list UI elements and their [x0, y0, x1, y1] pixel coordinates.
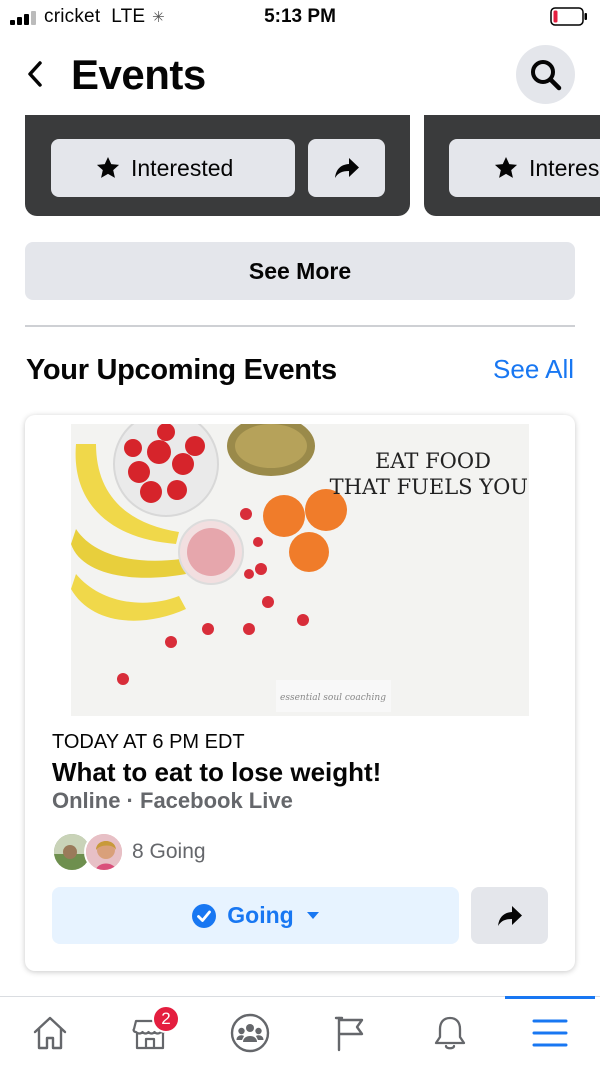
home-icon [33, 1016, 67, 1049]
event-card[interactable]: EAT FOOD THAT FUELS YOU! essential soul … [25, 415, 575, 971]
section-title: Your Upcoming Events [26, 354, 337, 386]
tab-home[interactable] [0, 997, 100, 1067]
share-button[interactable] [471, 887, 548, 944]
search-icon [530, 59, 561, 90]
interested-label: Interested [131, 154, 234, 181]
search-button[interactable] [516, 45, 575, 104]
tab-menu[interactable] [500, 997, 600, 1067]
interested-button[interactable]: Interested [51, 139, 295, 197]
menu-icon [532, 1019, 568, 1046]
image-caption-line1: EAT FOOD [375, 449, 491, 473]
chevron-left-icon [28, 61, 42, 87]
going-button[interactable]: Going [52, 887, 459, 944]
notification-badge: 2 [152, 1005, 180, 1033]
avatar [84, 832, 124, 872]
tab-notifications[interactable] [400, 997, 500, 1067]
tab-groups[interactable] [200, 997, 300, 1067]
share-arrow-icon [334, 158, 359, 178]
check-circle-icon [192, 903, 217, 928]
flag-icon [334, 1016, 364, 1051]
star-icon [494, 156, 518, 178]
page-title: Events [71, 51, 206, 98]
event-carousel-card[interactable]: Interested [25, 115, 410, 216]
event-carousel-card[interactable]: Interes [424, 115, 600, 216]
see-more-button[interactable]: See More [25, 242, 575, 300]
status-bar: cricket LTE ✳ 5:13 PM [0, 0, 600, 34]
going-label: Going [227, 902, 294, 928]
bottom-tab-bar: 2 [0, 996, 600, 1067]
image-caption-line2: THAT FUELS YOU! [330, 475, 529, 499]
event-title[interactable]: What to eat to lose weight! [52, 757, 381, 788]
interested-label: Interes [529, 154, 600, 181]
see-all-link[interactable]: See All [493, 354, 574, 385]
section-divider [25, 325, 575, 327]
attendee-avatars[interactable] [52, 832, 124, 874]
header: Events [0, 40, 600, 110]
tab-pages[interactable] [300, 997, 400, 1067]
bell-icon [434, 1016, 466, 1049]
back-button[interactable] [20, 54, 50, 94]
share-button[interactable] [308, 139, 385, 197]
event-cover-image[interactable]: EAT FOOD THAT FUELS YOU! essential soul … [71, 424, 529, 716]
groups-icon [230, 1013, 270, 1052]
caret-down-icon [306, 911, 319, 919]
tab-marketplace[interactable]: 2 [100, 997, 200, 1067]
going-count[interactable]: 8 Going [132, 840, 206, 864]
event-location: Online · Facebook Live [52, 788, 293, 813]
status-time: 5:13 PM [264, 6, 336, 27]
image-watermark: essential soul coaching [280, 693, 386, 703]
event-date: TODAY AT 6 PM EDT [52, 731, 245, 753]
star-icon [96, 156, 120, 178]
interested-button[interactable]: Interes [449, 139, 600, 197]
share-arrow-icon [497, 905, 522, 926]
battery-icon [550, 7, 587, 26]
